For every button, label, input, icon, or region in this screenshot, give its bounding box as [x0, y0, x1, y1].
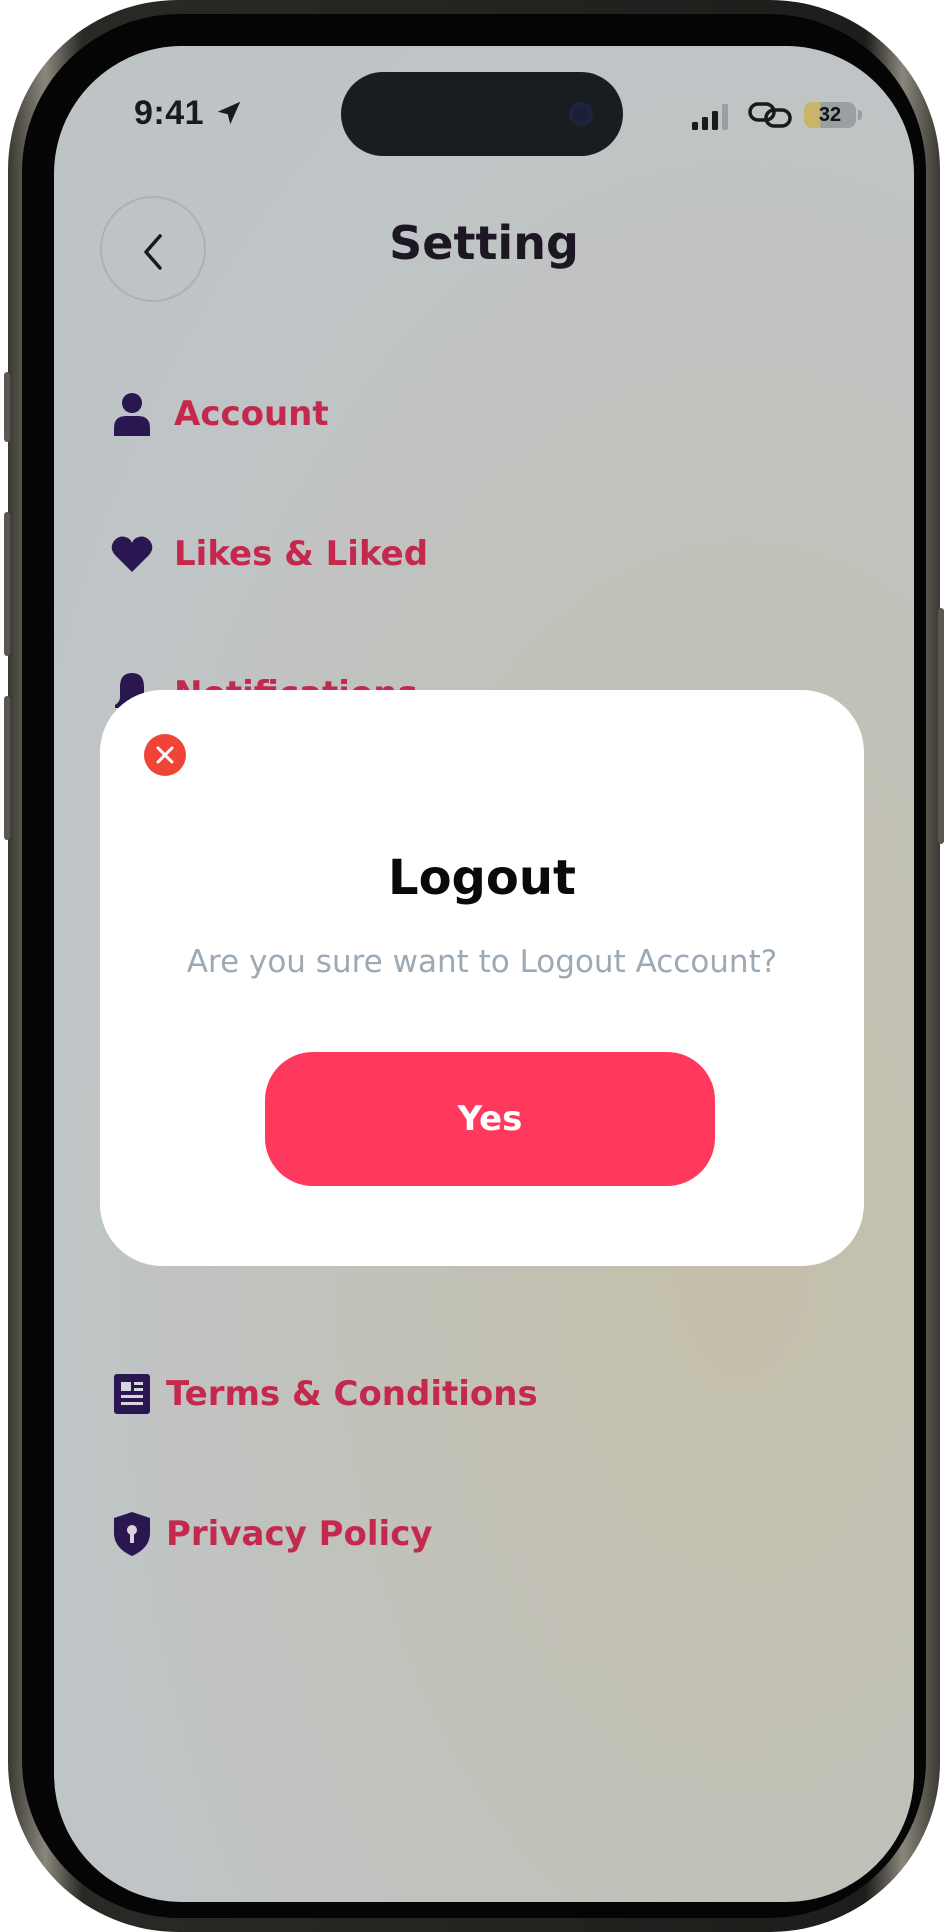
status-bar: 9:41 32 [54, 46, 914, 186]
location-arrow-icon [217, 101, 241, 125]
phone-frame: 9:41 32 Setting Account Likes & Liked Te… [4, 0, 944, 1932]
user-icon [110, 392, 154, 436]
menu-item-label: Likes & Liked [174, 534, 429, 574]
logout-dialog: Logout Are you sure want to Logout Accou… [100, 690, 864, 1266]
signal-icon [692, 104, 728, 130]
menu-item-likes[interactable]: Likes & Liked [110, 524, 428, 584]
screen: 9:41 32 Setting Account Likes & Liked Te… [54, 46, 914, 1902]
status-time: 9:41 [134, 94, 205, 132]
volume-up-button [4, 512, 10, 656]
dialog-message: Are you sure want to Logout Account? [186, 944, 778, 980]
link-icon [748, 102, 792, 128]
action-button [4, 372, 10, 442]
menu-item-account[interactable]: Account [110, 384, 329, 444]
camera-icon [569, 102, 593, 126]
dialog-title: Logout [387, 850, 576, 906]
power-button [938, 608, 944, 844]
heart-icon [110, 532, 154, 576]
close-icon[interactable] [144, 734, 186, 776]
battery-tip [858, 110, 862, 120]
menu-item-terms[interactable]: Terms & Conditions [110, 1364, 538, 1424]
volume-down-button [4, 696, 10, 840]
dynamic-island [341, 72, 623, 156]
shield-icon [110, 1512, 154, 1556]
page-title: Setting [389, 216, 579, 270]
document-icon [110, 1372, 154, 1416]
menu-item-privacy[interactable]: Privacy Policy [110, 1504, 433, 1564]
battery-level: 32 [818, 104, 842, 126]
menu-item-label: Terms & Conditions [166, 1374, 538, 1414]
battery-icon: 32 [804, 102, 856, 128]
confirm-logout-button[interactable]: Yes [265, 1052, 715, 1186]
menu-item-label: Account [174, 394, 329, 434]
menu-item-label: Privacy Policy [166, 1514, 433, 1554]
